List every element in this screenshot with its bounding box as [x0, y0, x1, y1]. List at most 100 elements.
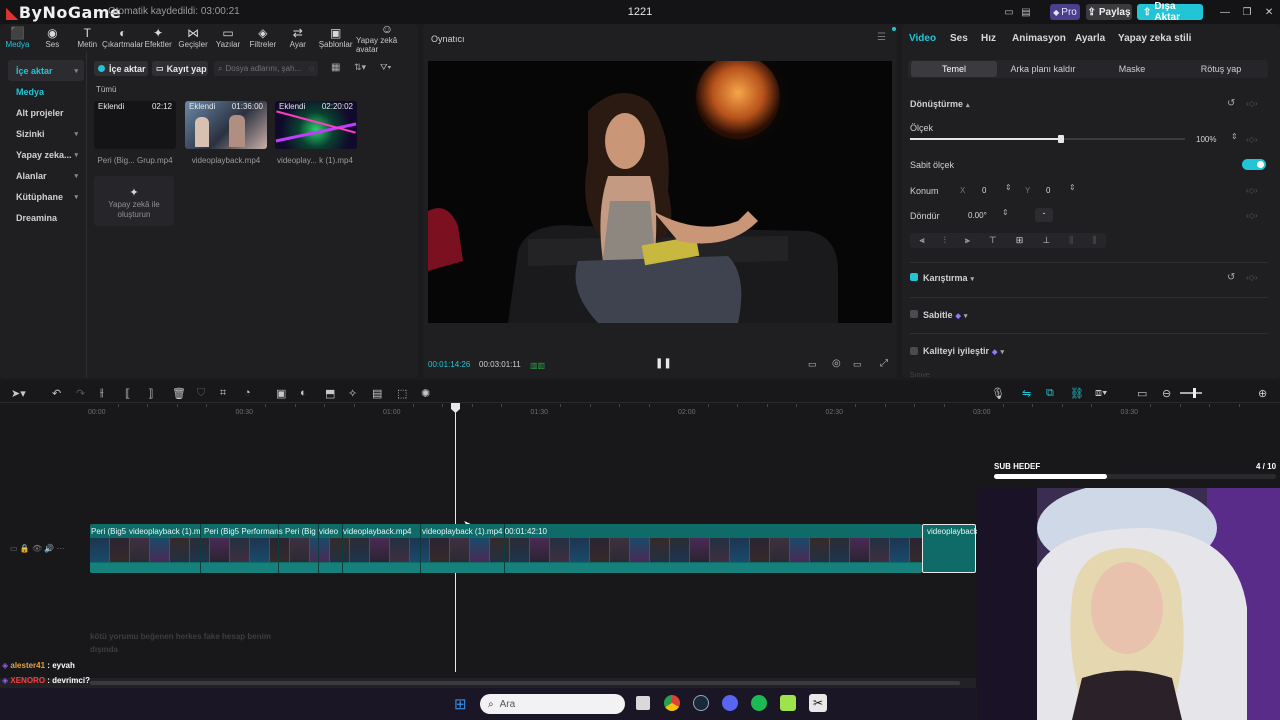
mask-icon[interactable]: ⬒	[325, 387, 335, 400]
timeline-scrollbar[interactable]	[0, 678, 976, 688]
caption-icon[interactable]: ▤	[372, 387, 382, 400]
stabilize-checkbox[interactable]	[910, 310, 918, 318]
spotify-icon[interactable]	[751, 695, 767, 711]
track-lock-icon[interactable]: ▭ 🔒 👁 🔊 ⋯	[10, 544, 65, 553]
windows-icon[interactable]: ⊞	[454, 695, 467, 713]
uniform-scale-toggle[interactable]	[1242, 159, 1266, 170]
speed-icon[interactable]: ◔	[244, 387, 251, 399]
sidebar-item-0[interactable]: İçe aktar ▾	[8, 60, 84, 81]
ai-icon[interactable]: ⬚	[397, 387, 407, 400]
align-bottom-icon[interactable]: ⊥	[1042, 235, 1050, 246]
steam-icon[interactable]	[693, 695, 709, 711]
expand-icon[interactable]: ⤢	[880, 358, 888, 369]
stabilize-section[interactable]: Sabitle ◆ ▾	[923, 310, 967, 320]
reset-icon[interactable]: ↺	[1227, 272, 1235, 283]
link-icon[interactable]: ⛓	[1070, 387, 1084, 400]
auto-snap-icon[interactable]: ⧉	[1046, 387, 1054, 400]
toolbar-transition-button[interactable]: ⋈ Geçişler	[176, 24, 211, 52]
align-center-v-icon[interactable]: ⊞	[1016, 235, 1024, 246]
media-clip-1[interactable]: Eklendi 02:12	[94, 101, 176, 149]
discord-icon[interactable]	[722, 695, 738, 711]
inspector-tab-1[interactable]: Ses	[950, 33, 968, 44]
quality-checkbox[interactable]	[910, 347, 918, 355]
sidebar-item-2[interactable]: Alt projeler	[8, 102, 84, 123]
minimize-icon[interactable]: —	[1218, 4, 1232, 20]
stepper-icon[interactable]: ⇕	[1231, 132, 1238, 141]
media-clip-2[interactable]: Eklendi 01:36:00	[185, 101, 267, 149]
toolbar-sticker-button[interactable]: ◐ Çıkartmalar	[102, 24, 143, 52]
freeze-icon[interactable]: ▣	[276, 387, 286, 400]
toolbar-media-button[interactable]: ⬛ Medya	[0, 24, 35, 52]
filter-icon[interactable]: ⛛▾	[380, 62, 391, 73]
split-right-icon[interactable]: ⟧	[148, 387, 153, 400]
effects-icon[interactable]: ✺	[421, 387, 430, 400]
ai-create-tile[interactable]: ✦ Yapay zekâ ile oluşturun	[94, 176, 174, 226]
search-input[interactable]: ⌕ Dosya adlarını, şah... ◌	[214, 61, 318, 76]
blend-checkbox[interactable]	[910, 273, 918, 281]
pos-y-input[interactable]: 0	[1046, 186, 1050, 195]
keyframe-icon[interactable]: ‹◇›	[1246, 186, 1257, 195]
keyframe-icon[interactable]: ‹◇›	[1246, 135, 1257, 144]
flip-button[interactable]: -	[1035, 208, 1053, 222]
pro-badge[interactable]: ◆ Pro	[1050, 4, 1080, 20]
zoom-out-icon[interactable]: ⊖	[1162, 387, 1171, 400]
blend-section[interactable]: Karıştırma ▾	[923, 273, 974, 283]
scale-value[interactable]: 100%	[1196, 135, 1216, 144]
zoom-slider[interactable]	[1180, 392, 1202, 394]
record-button[interactable]: ▭ Kayıt yap	[152, 61, 208, 76]
aspect-ratio-icon[interactable]: ▭	[853, 359, 862, 370]
microphone-icon[interactable]: 🎙	[991, 387, 1005, 400]
toolbar-captions-button[interactable]: ▭ Yazılar	[211, 24, 246, 52]
task-view-icon[interactable]	[636, 696, 650, 710]
keyframe-icon[interactable]: ‹◇›	[1246, 211, 1257, 220]
rotate-input[interactable]: 0.00°	[968, 211, 987, 220]
toolbar-template-button[interactable]: ▣ Şablonlar	[315, 24, 356, 52]
toolbar-filter-button[interactable]: ◈ Filtreler	[245, 24, 280, 52]
preview-axis-icon[interactable]: ⧈▾	[1095, 387, 1107, 400]
live-icon[interactable]	[780, 695, 796, 711]
stepper-icon[interactable]: ⇕	[1069, 183, 1076, 192]
inspector-tab-2[interactable]: Hız	[981, 33, 996, 44]
shield-icon[interactable]: ⛉	[197, 387, 205, 400]
menu-icon[interactable]: ☰	[877, 32, 886, 43]
quality-section[interactable]: Kaliteyi iyileştir ◆ ▾	[923, 346, 1004, 356]
toolbar-adjust-button[interactable]: ⇄ Ayar	[280, 24, 315, 52]
inspector-tab-5[interactable]: Yapay zeka stili	[1118, 33, 1191, 44]
fullscreen-ratio-icon[interactable]: ▭	[808, 359, 817, 370]
maximize-icon[interactable]: ❐	[1240, 4, 1254, 20]
mirror-icon[interactable]: ◐	[300, 387, 307, 399]
layout-icon[interactable]: ▭	[1001, 4, 1017, 20]
distribute-v-icon[interactable]: ⫼	[1092, 235, 1096, 246]
sidebar-item-1[interactable]: Medya	[8, 81, 84, 102]
stepper-icon[interactable]: ⇕	[1005, 183, 1012, 192]
sidebar-item-3[interactable]: Sizinki ▾	[8, 123, 84, 144]
crop-icon[interactable]: ⌗	[220, 387, 226, 400]
undo-icon[interactable]: ↶	[52, 387, 61, 400]
align-top-icon[interactable]: ⊤	[989, 235, 997, 246]
distribute-h-icon[interactable]: ⫼	[1069, 235, 1073, 246]
inspector-tab-0[interactable]: Video	[909, 33, 936, 44]
sidebar-item-7[interactable]: Dreamina	[8, 207, 84, 228]
capcut-icon[interactable]: ✂	[809, 694, 827, 712]
split-icon[interactable]: ⫲	[100, 387, 104, 400]
close-icon[interactable]: ✕	[1262, 4, 1276, 20]
sort-icon[interactable]: ⇅▾	[354, 62, 366, 73]
share-button[interactable]: ⇪ Paylaş	[1086, 4, 1132, 20]
taskbar-search[interactable]: ⌕Ara☁︎	[480, 694, 1080, 714]
sidebar-item-4[interactable]: Yapay zeka... ▾	[8, 144, 84, 165]
delete-icon[interactable]: 🗑	[172, 387, 186, 400]
chrome-icon[interactable]	[664, 695, 680, 711]
inspector-tab-3[interactable]: Animasyon	[1012, 33, 1066, 44]
redo-icon[interactable]: ↷	[76, 387, 85, 400]
inspector-subtab-1[interactable]: Arka planı kaldır	[997, 61, 1089, 77]
zoom-slider-handle[interactable]	[1193, 388, 1196, 398]
keyframe-icon[interactable]: ‹◇›	[1246, 273, 1257, 282]
inspector-tab-4[interactable]: Ayarla	[1075, 33, 1105, 44]
pause-button[interactable]: ❚❚	[655, 358, 672, 369]
sidebar-item-5[interactable]: Alanlar ▾	[8, 165, 84, 186]
select-tool-icon[interactable]: ➤▾	[11, 387, 26, 400]
export-button[interactable]: ⇧ Dışa Aktar	[1137, 1, 1203, 23]
split-left-icon[interactable]: ⟦	[125, 387, 130, 400]
sidebar-item-6[interactable]: Kütüphane ▾	[8, 186, 84, 207]
toolbar-avatar-button[interactable]: ☺ Yapay zekâ avatar	[356, 23, 418, 54]
